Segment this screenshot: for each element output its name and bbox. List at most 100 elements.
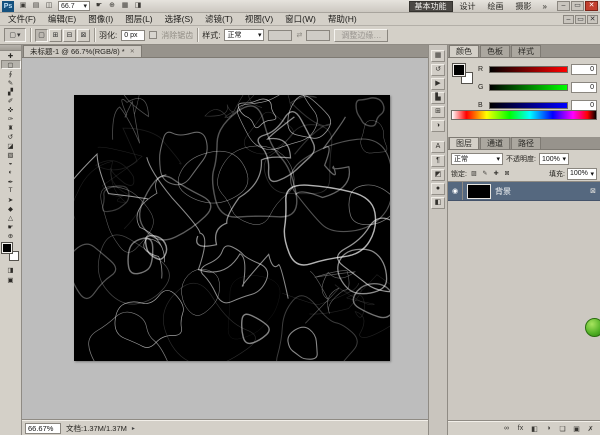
pen-tool[interactable]: ✒ (1, 177, 21, 186)
tab-channels[interactable]: 通道 (480, 137, 510, 149)
add-layer-mask-button[interactable]: ◧ (530, 425, 539, 433)
screen-mode-button[interactable]: ▣ (3, 276, 19, 285)
path-selection-tool[interactable]: ➤ (1, 195, 21, 204)
hand-tool-icon[interactable]: ☛ (93, 1, 105, 11)
tab-styles[interactable]: 样式 (511, 45, 541, 57)
slider-track[interactable] (489, 66, 568, 73)
statusbar-flyout-icon[interactable]: ▸ (132, 425, 135, 432)
statusbar-zoom-field[interactable]: 66.67% (25, 423, 61, 434)
history-brush-tool[interactable]: ↺ (1, 132, 21, 141)
eyedropper-tool[interactable]: ✐ (1, 96, 21, 105)
new-adjustment-layer-button[interactable]: ◑ (544, 425, 553, 432)
tab-paths[interactable]: 路径 (511, 137, 541, 149)
paragraph-panel-icon[interactable]: ¶ (431, 155, 445, 167)
channel-value-field[interactable]: 0 (571, 64, 597, 75)
actions-panel-icon[interactable]: ▶ (431, 78, 445, 90)
styles-panel-icon[interactable]: ◩ (431, 169, 445, 181)
menu-item[interactable]: 图像(I) (82, 13, 119, 25)
new-selection-button[interactable]: ▢ (35, 29, 48, 42)
canvas-image[interactable] (74, 95, 390, 361)
new-layer-button[interactable]: ▣ (572, 425, 581, 433)
brush-tool[interactable]: ✑ (1, 114, 21, 123)
adjustments-panel-icon[interactable]: ● (431, 183, 445, 195)
channel-value-field[interactable]: 0 (571, 82, 597, 93)
lasso-tool[interactable]: ∮ (1, 69, 21, 78)
launch-bridge-icon[interactable]: ▣ (17, 1, 29, 11)
zoom-tool-icon[interactable]: ⊕ (106, 1, 118, 11)
rotate-view-tool[interactable]: △ (1, 213, 21, 222)
menu-item[interactable]: 文件(F) (2, 13, 42, 25)
lock-transparency-icon[interactable]: ▨ (469, 169, 479, 179)
layer-thumbnail[interactable] (467, 184, 491, 199)
move-tool[interactable]: ✚ (1, 51, 21, 60)
mini-bridge-icon[interactable]: ◫ (43, 1, 55, 11)
lock-pixels-icon[interactable]: ✎ (480, 169, 490, 179)
opacity-field[interactable]: 100% ▾ (539, 153, 569, 165)
doc-minimize-button[interactable]: – (563, 15, 574, 24)
tool-preset-picker[interactable]: ▢ ▾ (4, 28, 26, 42)
menu-item[interactable]: 编辑(E) (42, 13, 82, 25)
foreground-color-swatch[interactable] (453, 64, 465, 76)
crop-tool[interactable]: ▞ (1, 87, 21, 96)
tab-swatches[interactable]: 色板 (480, 45, 510, 57)
menu-item[interactable]: 滤镜(T) (199, 13, 239, 25)
rectangular-marquee-tool[interactable]: ▢ (1, 60, 21, 69)
layer-row-background[interactable]: ◉ 背景 ⊠ (448, 182, 600, 201)
spot-healing-brush-tool[interactable]: ✜ (1, 105, 21, 114)
antialias-checkbox[interactable] (149, 31, 157, 39)
new-group-button[interactable]: ❏ (558, 425, 567, 433)
quick-mask-button[interactable]: ◨ (3, 266, 19, 275)
clone-stamp-tool[interactable]: ♜ (1, 123, 21, 132)
lock-all-icon[interactable]: ⊠ (502, 169, 512, 179)
navigator-panel-icon[interactable]: ⊞ (431, 106, 445, 118)
subtract-from-selection-button[interactable]: ⊟ (63, 29, 76, 42)
info-panel-icon[interactable]: ◑ (431, 120, 445, 132)
dodge-tool[interactable]: ◐ (1, 168, 21, 177)
history-panel-icon[interactable]: ↺ (431, 64, 445, 76)
workspace-essentials-button[interactable]: 基本功能 (409, 1, 453, 12)
menu-item[interactable]: 图层(L) (119, 13, 158, 25)
hand-tool[interactable]: ☛ (1, 222, 21, 231)
menu-item[interactable]: 窗口(W) (279, 13, 322, 25)
add-to-selection-button[interactable]: ⊞ (49, 29, 62, 42)
quick-selection-tool[interactable]: ✎ (1, 78, 21, 87)
feather-input[interactable]: 0 px (121, 30, 145, 41)
workspace-design-button[interactable]: 设计 (455, 1, 481, 12)
channel-value-field[interactable]: 0 (571, 100, 597, 111)
workspace-overflow-button[interactable]: » (540, 2, 550, 11)
minimize-button[interactable]: – (557, 1, 570, 11)
doc-close-button[interactable]: ✕ (587, 15, 598, 24)
link-layers-button[interactable]: ∞ (502, 425, 511, 432)
arrange-documents-icon[interactable]: ▦ (119, 1, 131, 11)
refine-edge-button[interactable]: 调整边缘… (334, 29, 388, 42)
zoom-level-field[interactable]: 66.7 ▾ (58, 1, 90, 11)
zoom-tool[interactable]: ⊕ (1, 231, 21, 240)
layer-visibility-toggle[interactable]: ◉ (448, 182, 463, 200)
style-select[interactable]: 正常 ▾ (224, 29, 264, 41)
tab-close-icon[interactable]: ✕ (130, 46, 135, 58)
green-overlay-badge[interactable] (585, 318, 600, 337)
document-tab[interactable]: 未标题-1 @ 66.7%(RGB/8) * ✕ (23, 45, 142, 57)
screen-mode-icon[interactable]: ◨ (132, 1, 144, 11)
view-extras-icon[interactable]: ▤ (30, 1, 42, 11)
menu-item[interactable]: 视图(V) (239, 13, 279, 25)
character-panel-icon[interactable]: A (431, 141, 445, 153)
slider-track[interactable] (489, 84, 568, 91)
mini-bridge-panel-icon[interactable]: ▦ (431, 50, 445, 62)
workspace-paint-button[interactable]: 绘画 (483, 1, 509, 12)
menu-item[interactable]: 选择(S) (159, 13, 199, 25)
slider-track[interactable] (489, 102, 568, 109)
masks-panel-icon[interactable]: ◧ (431, 197, 445, 209)
doc-restore-button[interactable]: ▭ (575, 15, 586, 24)
lock-position-icon[interactable]: ✚ (491, 169, 501, 179)
restore-button[interactable]: ▭ (571, 1, 584, 11)
blend-mode-select[interactable]: 正常 ▾ (451, 153, 503, 165)
blur-tool[interactable]: ◒ (1, 159, 21, 168)
foreground-color-swatch[interactable] (2, 243, 12, 253)
intersect-selection-button[interactable]: ⊠ (77, 29, 90, 42)
tab-color[interactable]: 颜色 (449, 45, 479, 57)
delete-layer-button[interactable]: ✗ (586, 425, 595, 433)
type-tool[interactable]: T (1, 186, 21, 195)
layer-style-button[interactable]: fx (516, 425, 525, 432)
eraser-tool[interactable]: ◪ (1, 141, 21, 150)
